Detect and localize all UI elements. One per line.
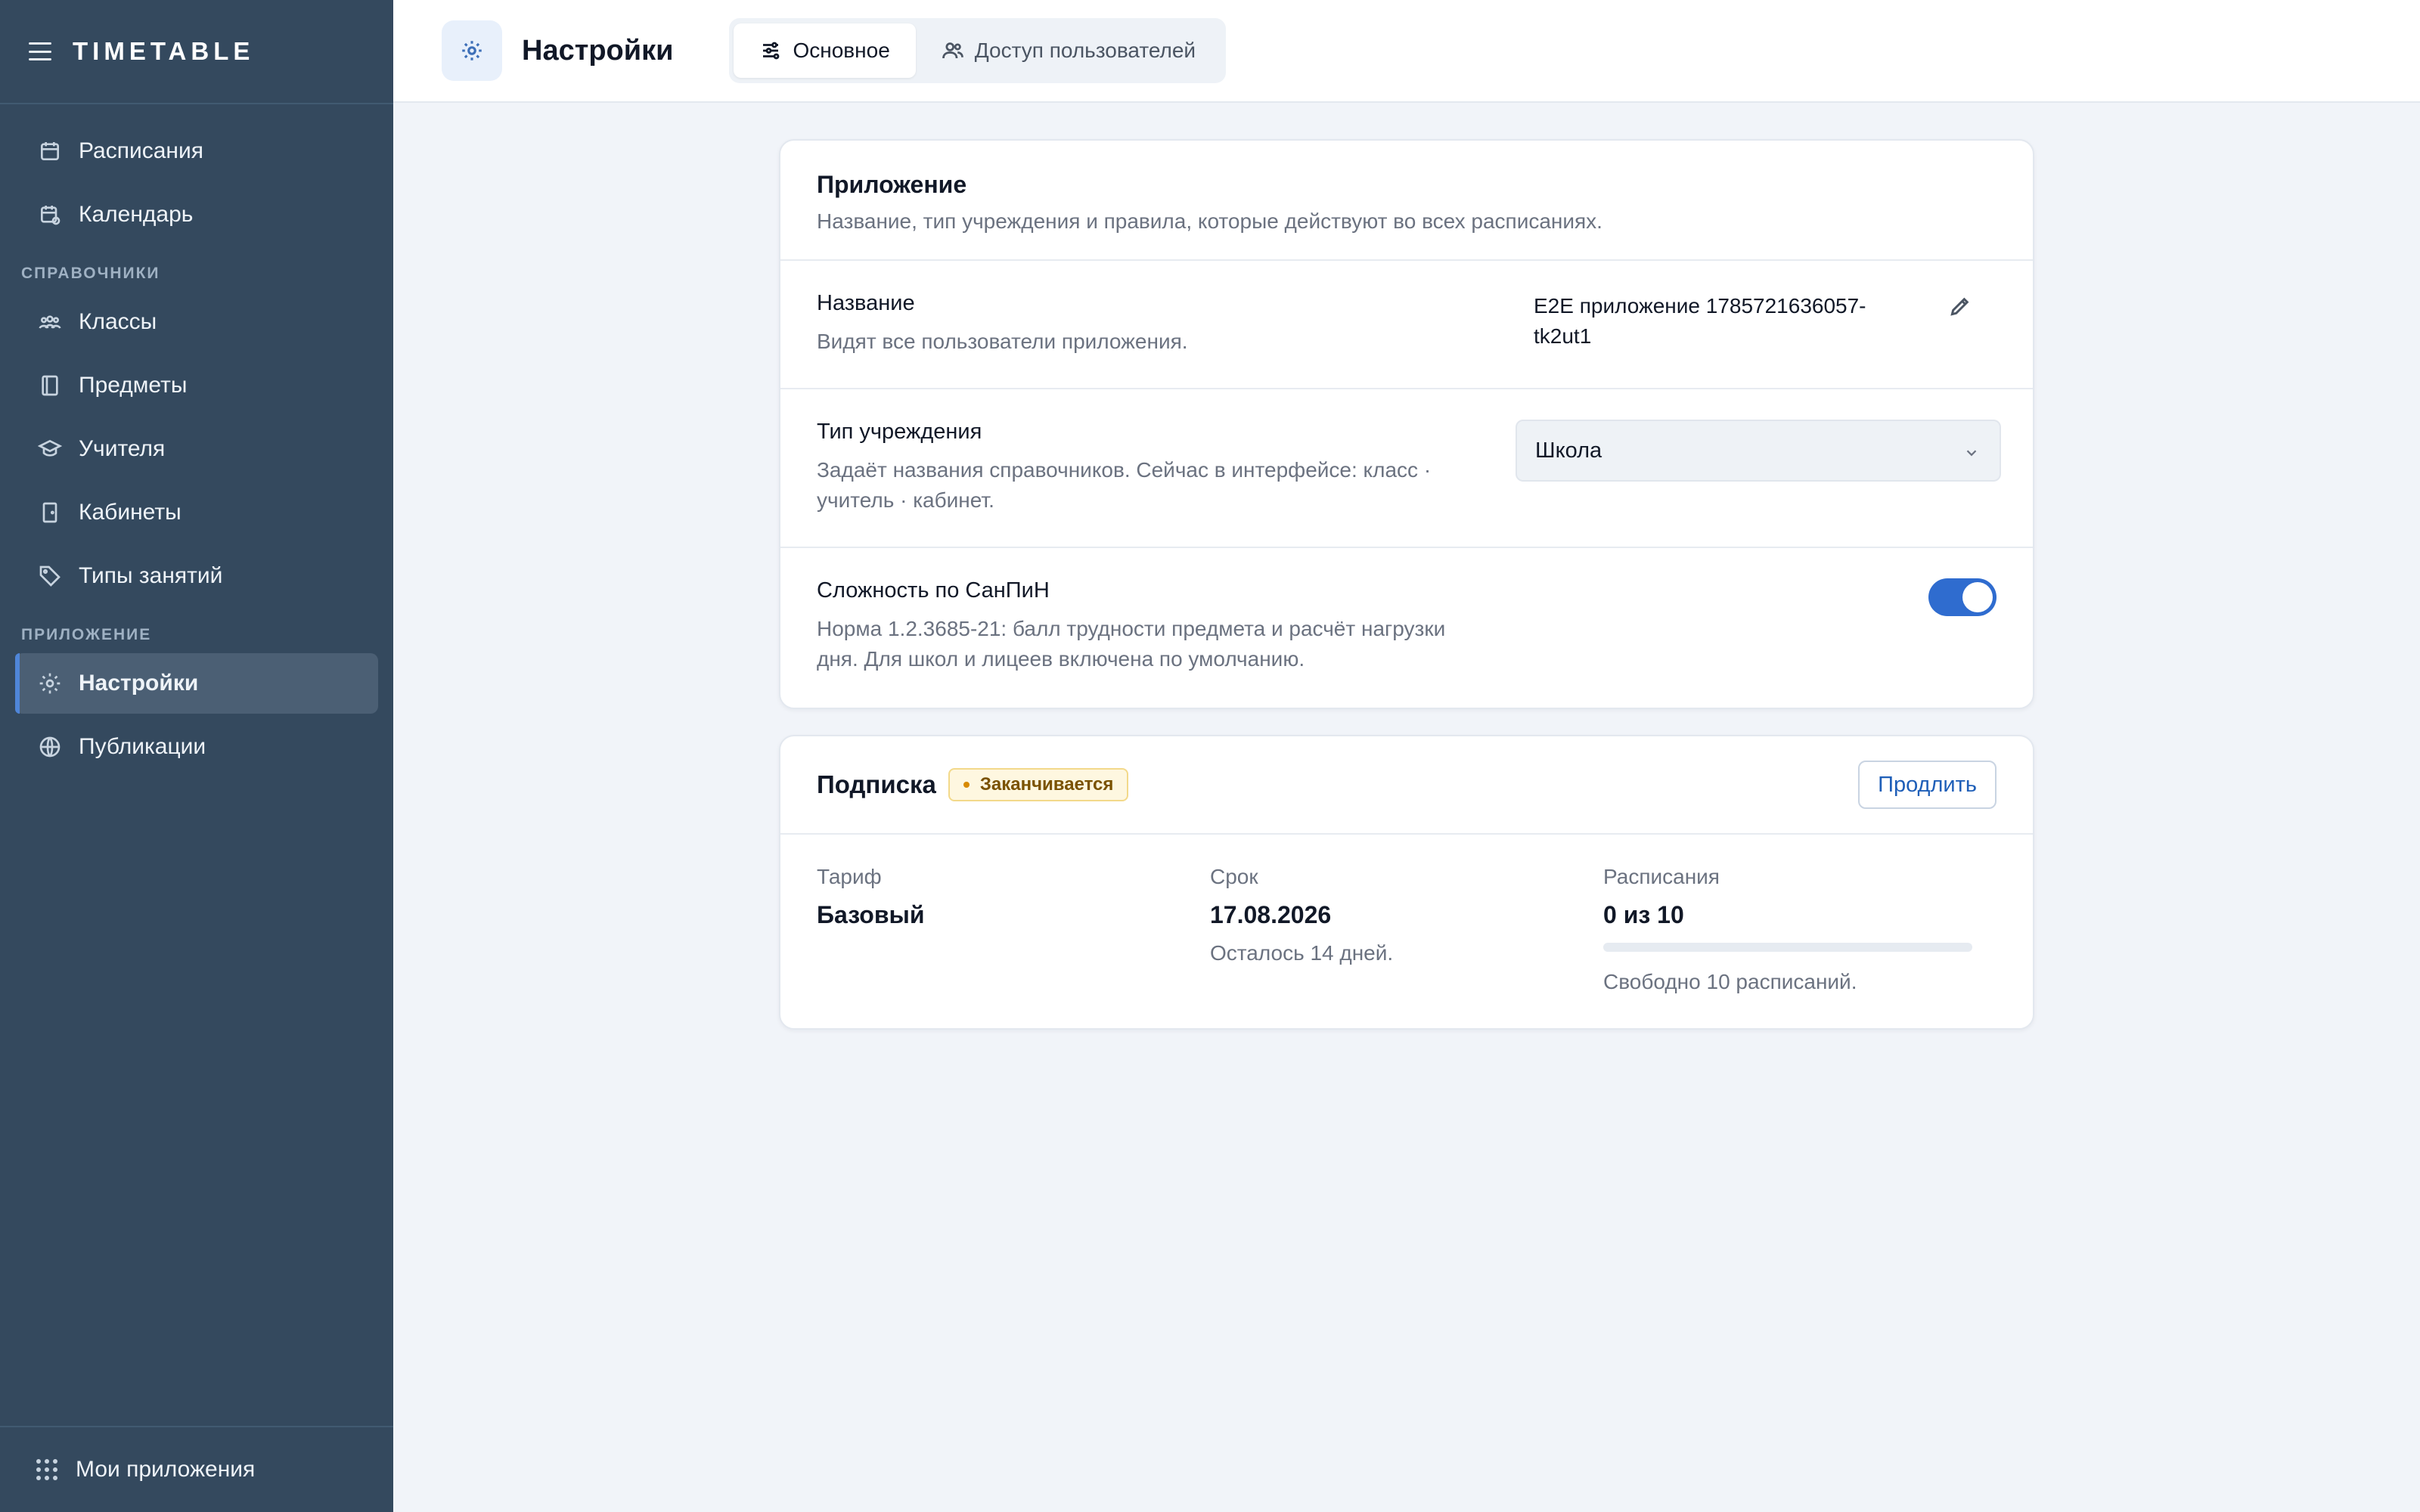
settings-tabs: Основное Доступ пользователей (729, 18, 1227, 83)
schedules-value: 0 из 10 (1603, 901, 1684, 928)
users-group-icon (36, 308, 64, 336)
app-settings-card: Приложение Название, тип учреждения и пр… (779, 139, 2034, 709)
menu-icon[interactable] (29, 42, 51, 60)
calendar-clock-icon (36, 201, 64, 228)
tag-icon (36, 562, 64, 590)
grid-dots-icon (36, 1459, 57, 1480)
card-subtitle: Название, тип учреждения и правила, кото… (817, 209, 1602, 233)
edit-name-button[interactable] (1948, 294, 1975, 321)
subscription-details: Тариф Базовый Срок 17.08.2026 Осталось 1… (780, 835, 2033, 1024)
sanpin-toggle[interactable] (1928, 578, 1996, 616)
pencil-icon (1950, 297, 1969, 316)
sidebar-item-label: Учителя (79, 436, 166, 461)
plan-value: Базовый (817, 901, 925, 928)
book-icon (36, 372, 64, 399)
tab-label: Основное (793, 39, 890, 62)
sidebar-item-label: Кабинеты (79, 500, 182, 525)
sidebar-item-subjects[interactable]: Предметы (15, 355, 378, 416)
sidebar-section-title: ПРИЛОЖЕНИЕ (21, 626, 152, 643)
tab-label: Доступ пользователей (974, 39, 1196, 62)
sidebar-item-teachers[interactable]: Учителя (15, 419, 378, 479)
my-apps-label: Мои приложения (76, 1457, 256, 1482)
globe-icon (36, 733, 64, 761)
sidebar-item-label: Настройки (79, 671, 199, 696)
sidebar-nav: Расписания Календарь СПРАВОЧНИКИ Классы … (0, 104, 393, 777)
calendar-icon (36, 138, 64, 165)
chevron-down-icon (1963, 442, 1980, 459)
card-title: Приложение (817, 171, 967, 198)
term-note: Осталось 14 дней. (1210, 941, 1394, 965)
sidebar-item-label: Предметы (79, 373, 188, 398)
setting-description: Норма 1.2.3685-21: балл трудности предме… (817, 617, 1446, 671)
status-dot-icon (963, 782, 970, 788)
page-title: Настройки (522, 34, 674, 67)
card-header: Приложение Название, тип учреждения и пр… (780, 141, 2033, 261)
subscription-header: Подписка Заканчивается Продлить (780, 736, 2033, 835)
graduation-cap-icon (36, 435, 64, 463)
sidebar: TIMETABLE Расписания Календарь СПРАВОЧНИ… (0, 0, 393, 1512)
subscription-card: Подписка Заканчивается Продлить Тариф Ба… (779, 735, 2034, 1030)
sidebar-item-label: Типы занятий (79, 563, 223, 588)
my-apps-link[interactable]: Мои приложения (0, 1426, 393, 1512)
institution-type-select[interactable]: Школа (1516, 420, 2001, 482)
sliders-icon (763, 42, 780, 60)
sidebar-item-schedules[interactable]: Расписания (15, 121, 378, 181)
setting-row-institution: Тип учреждения Задаёт названия справочни… (780, 389, 2033, 548)
schedules-column: Расписания 0 из 10 Свободно 10 расписани… (1603, 865, 1996, 994)
settings-gear-icon (442, 20, 502, 81)
sidebar-item-label: Расписания (79, 138, 203, 163)
sidebar-item-rooms[interactable]: Кабинеты (15, 482, 378, 543)
sidebar-section-title: СПРАВОЧНИКИ (21, 265, 160, 282)
toggle-knob (1962, 582, 1993, 612)
plan-label: Тариф (817, 865, 882, 888)
tab-user-access[interactable]: Доступ пользователей (916, 23, 1221, 78)
gear-icon (36, 670, 64, 697)
term-value: 17.08.2026 (1210, 901, 1332, 928)
setting-row-name: Название Видят все пользователи приложен… (780, 261, 2033, 389)
renew-button[interactable]: Продлить (1858, 761, 1996, 809)
subscription-title: Подписка (817, 770, 936, 798)
sidebar-item-label: Публикации (79, 734, 206, 759)
schedules-label: Расписания (1603, 865, 1720, 888)
status-badge: Заканчивается (948, 768, 1129, 801)
page-header: Настройки Основное Доступ пользователей (393, 0, 2420, 103)
setting-description: Видят все пользователи приложения. (817, 330, 1188, 353)
schedules-progress-bar (1603, 943, 1972, 952)
users-icon (942, 42, 963, 59)
term-label: Срок (1210, 865, 1258, 888)
sidebar-item-publications[interactable]: Публикации (15, 717, 378, 777)
select-value: Школа (1535, 438, 1602, 463)
sidebar-item-label: Классы (79, 309, 157, 334)
setting-label: Сложность по СанПиН (817, 578, 1050, 603)
plan-column: Тариф Базовый (817, 865, 1210, 994)
sidebar-item-label: Календарь (79, 202, 194, 227)
app-title: TIMETABLE (73, 37, 255, 65)
door-icon (36, 499, 64, 526)
sidebar-item-classes[interactable]: Классы (15, 292, 378, 352)
sidebar-item-settings[interactable]: Настройки (15, 653, 378, 714)
setting-row-sanpin: Сложность по СанПиН Норма 1.2.3685-21: б… (780, 548, 2033, 707)
sidebar-item-calendar[interactable]: Календарь (15, 184, 378, 245)
sidebar-brand: TIMETABLE (0, 0, 393, 104)
setting-description: Задаёт названия справочников. Сейчас в и… (817, 458, 1432, 512)
status-badge-label: Заканчивается (979, 774, 1114, 795)
term-column: Срок 17.08.2026 Осталось 14 дней. (1210, 865, 1603, 994)
app-name-value: E2E приложение 1785721636057-tk2ut1 (1534, 294, 1866, 348)
schedules-note: Свободно 10 расписаний. (1603, 970, 1857, 993)
sidebar-item-lesson-types[interactable]: Типы занятий (15, 546, 378, 606)
tab-general[interactable]: Основное (734, 23, 916, 78)
